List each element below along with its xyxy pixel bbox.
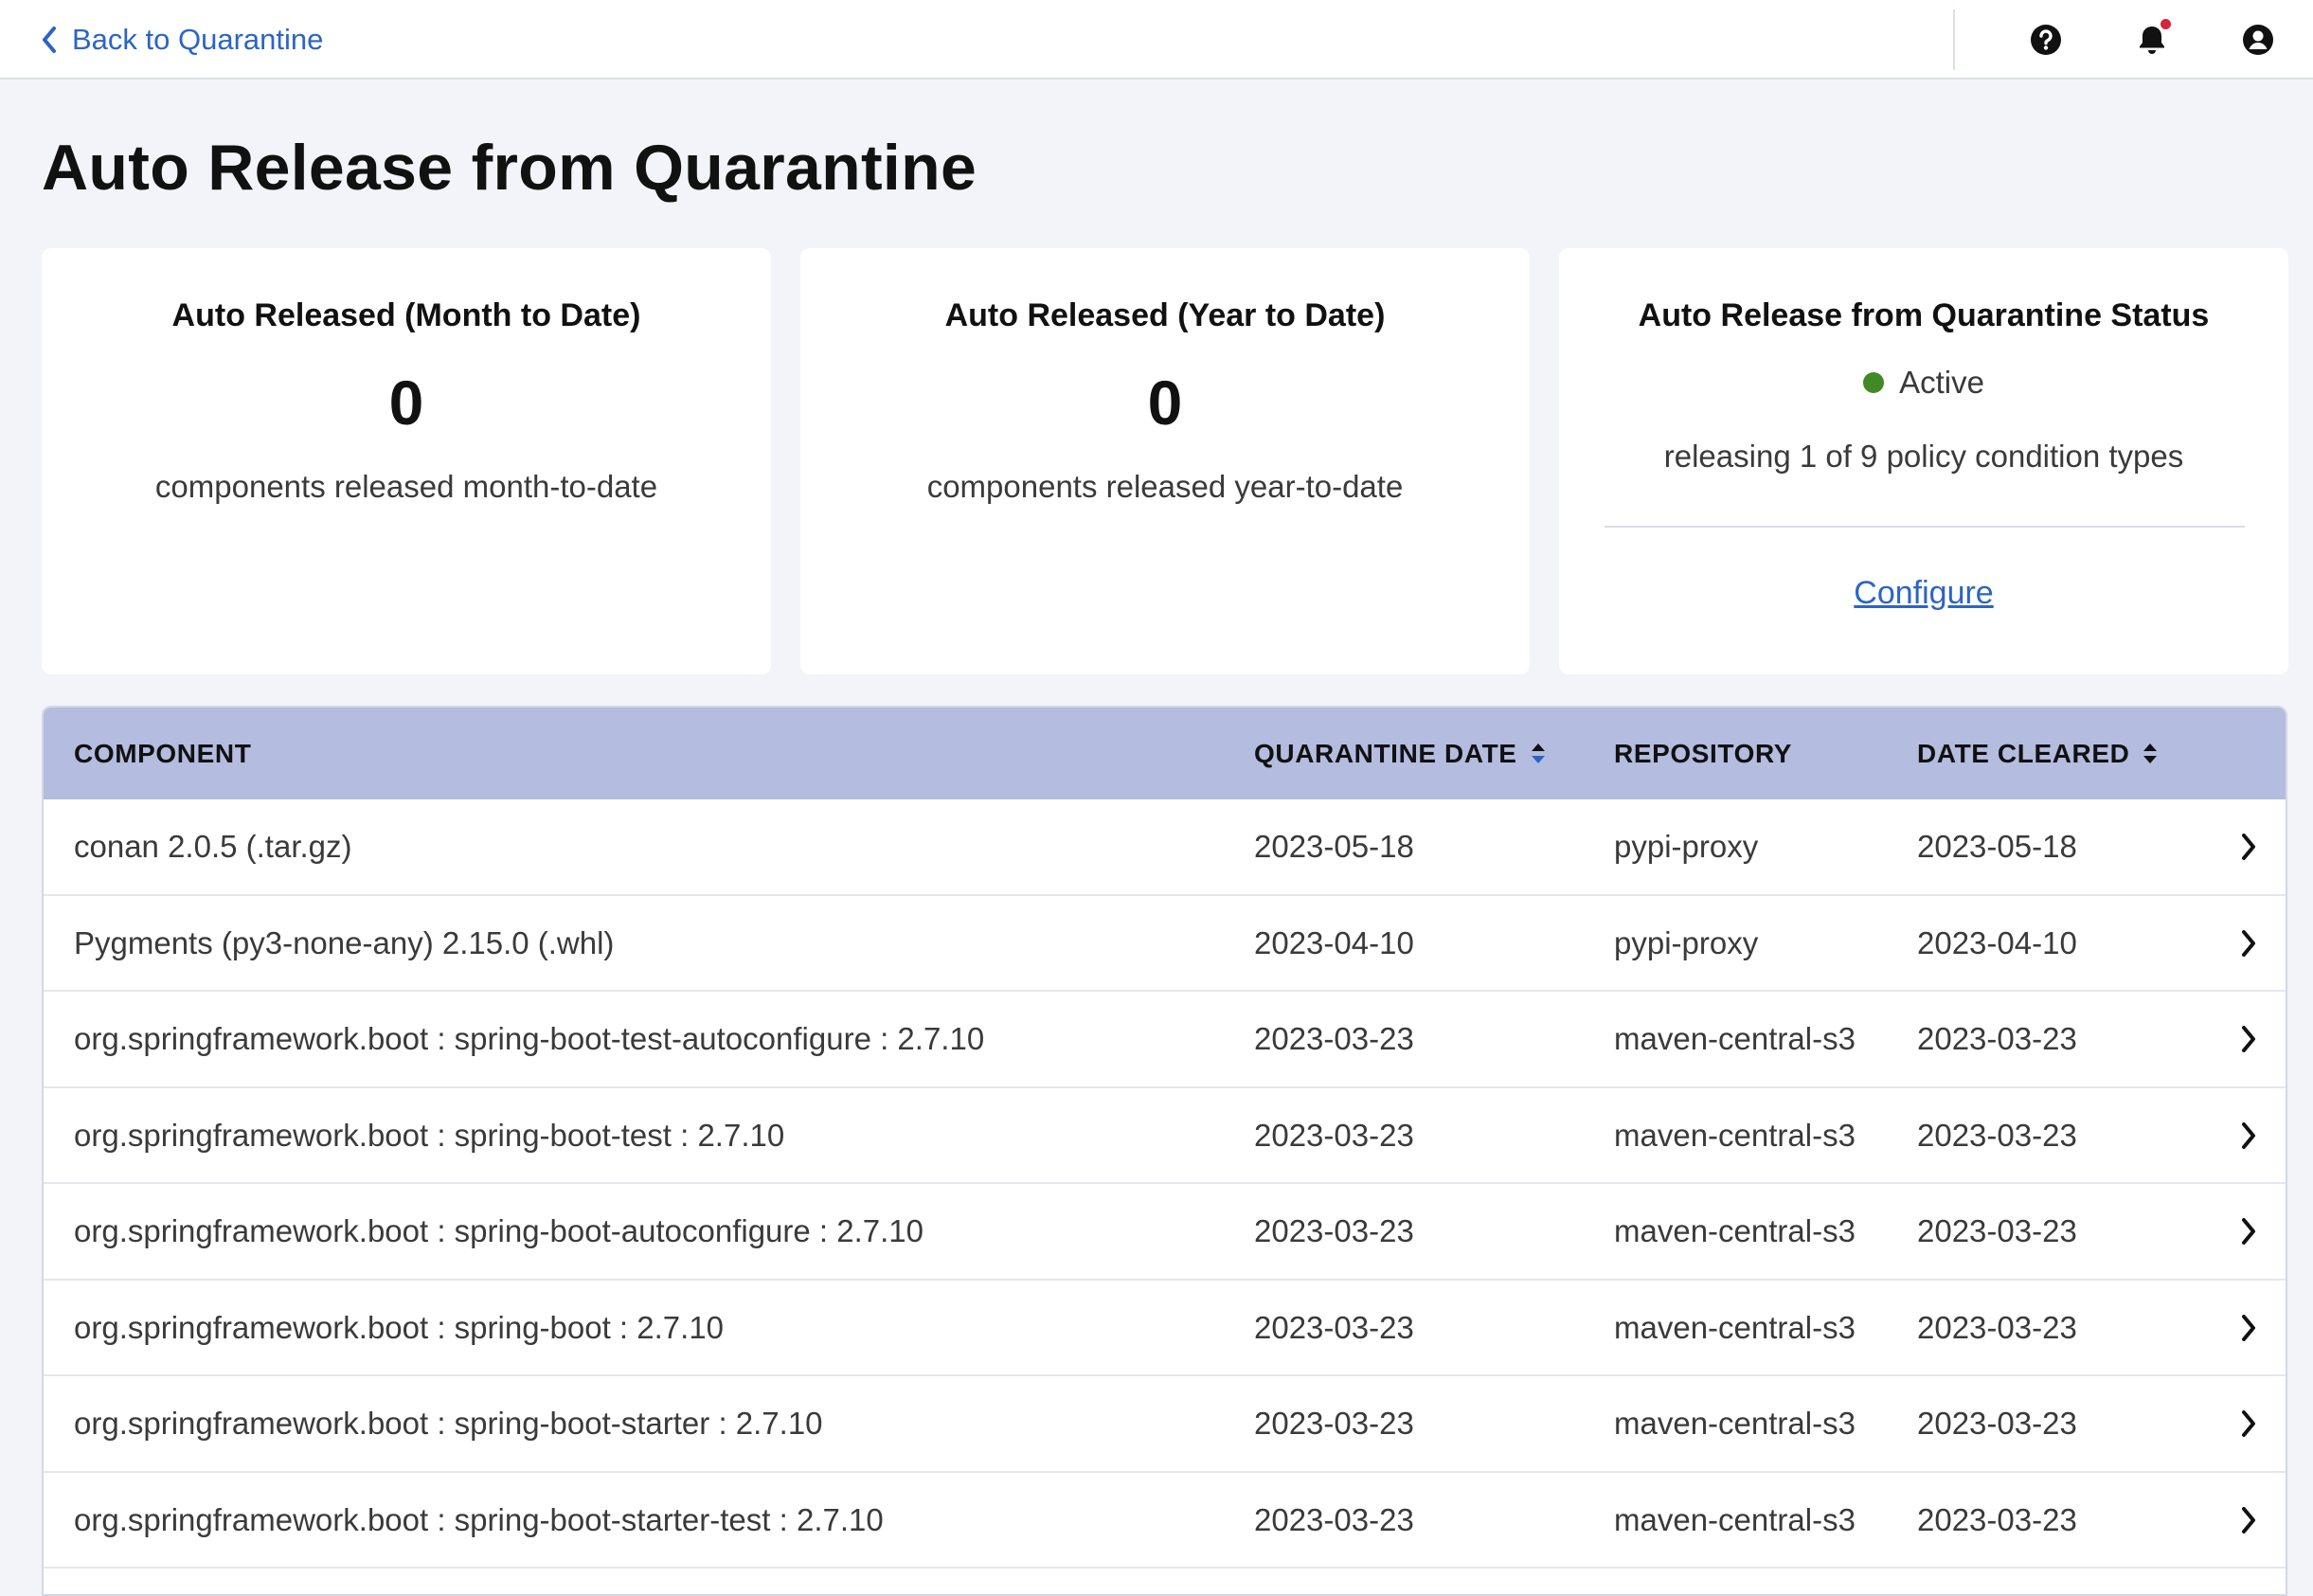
topbar-divider [1953, 9, 1955, 70]
cell-repository: pypi-proxy [1614, 829, 1759, 864]
status-dot-icon [1863, 372, 1885, 393]
column-header-date-cleared[interactable]: DATE CLEARED [1917, 708, 2160, 799]
cell-component: org.springframework.boot : spring-boot-s… [74, 1406, 823, 1441]
column-header-repository: REPOSITORY [1614, 708, 1792, 799]
cell-quarantine-date: 2023-04-10 [1254, 924, 1414, 960]
cell-date-cleared: 2023-05-18 [1917, 829, 2077, 864]
cell-component: Pygments (py3-none-any) 2.15.0 (.whl) [74, 924, 615, 960]
chevron-right-icon[interactable] [2239, 1216, 2258, 1246]
chevron-right-icon[interactable] [2239, 1505, 2258, 1535]
cell-repository: maven-central-s3 [1614, 1501, 1856, 1537]
released-components-table: COMPONENT QUARANTINE DATE REPOSITORY DAT… [42, 706, 2287, 1596]
table-body: conan 2.0.5 (.tar.gz) 2023-05-18 pypi-pr… [44, 799, 2286, 1569]
configure-link[interactable]: Configure [1854, 575, 1993, 612]
table-row[interactable]: org.springframework.boot : spring-boot-s… [44, 1473, 2286, 1569]
cell-date-cleared: 2023-03-23 [1917, 1406, 2077, 1441]
card-divider [1605, 526, 2245, 528]
table-row[interactable]: org.springframework.boot : spring-boot-s… [44, 1376, 2286, 1473]
table-row[interactable]: Pygments (py3-none-any) 2.15.0 (.whl) 20… [44, 896, 2286, 992]
help-button[interactable] [2027, 21, 2065, 59]
cell-quarantine-date: 2023-03-23 [1254, 1406, 1414, 1441]
cell-repository: maven-central-s3 [1614, 1117, 1856, 1153]
user-menu-button[interactable] [2239, 21, 2277, 59]
cell-component: org.springframework.boot : spring-boot-t… [74, 1021, 985, 1056]
cell-date-cleared: 2023-04-10 [1917, 924, 2077, 960]
cell-repository: maven-central-s3 [1614, 1309, 1856, 1345]
chevron-right-icon[interactable] [2239, 832, 2258, 862]
cell-quarantine-date: 2023-03-23 [1254, 1213, 1414, 1248]
chevron-left-icon [43, 27, 56, 53]
cell-repository: maven-central-s3 [1614, 1406, 1856, 1441]
table-row[interactable]: conan 2.0.5 (.tar.gz) 2023-05-18 pypi-pr… [44, 799, 2286, 896]
sort-descending-icon[interactable] [1529, 740, 1548, 768]
cell-quarantine-date: 2023-03-23 [1254, 1309, 1414, 1345]
card-title: Auto Release from Quarantine Status [1638, 297, 2210, 333]
chevron-right-icon[interactable] [2239, 1024, 2258, 1054]
page-title: Auto Release from Quarantine [42, 132, 977, 204]
year-to-date-card: Auto Released (Year to Date) 0 component… [800, 248, 1530, 674]
cell-component: org.springframework.boot : spring-boot :… [74, 1309, 725, 1345]
chevron-right-icon[interactable] [2239, 928, 2258, 959]
cell-date-cleared: 2023-03-23 [1917, 1213, 2077, 1248]
column-header-quarantine-date[interactable]: QUARANTINE DATE [1254, 708, 1548, 799]
cell-component: org.springframework.boot : spring-boot-a… [74, 1213, 923, 1248]
cell-date-cleared: 2023-03-23 [1917, 1501, 2077, 1537]
notification-badge [2159, 17, 2173, 31]
column-label: QUARANTINE DATE [1254, 738, 1517, 768]
card-title: Auto Released (Year to Date) [944, 297, 1386, 333]
cell-quarantine-date: 2023-03-23 [1254, 1117, 1414, 1153]
table-row[interactable]: org.springframework.boot : spring-boot-t… [44, 1088, 2286, 1184]
status-indicator: Active [1559, 365, 2288, 401]
column-label: COMPONENT [74, 738, 252, 768]
table-row[interactable]: org.springframework.boot : spring-boot-t… [44, 992, 2286, 1088]
cell-component: org.springframework.boot : spring-boot-t… [74, 1117, 785, 1153]
notifications-button[interactable] [2133, 17, 2173, 59]
cell-date-cleared: 2023-03-23 [1917, 1117, 2077, 1153]
sort-icon[interactable] [2141, 740, 2160, 768]
back-to-quarantine-link[interactable]: Back to Quarantine [40, 21, 323, 59]
card-value: 0 [388, 368, 424, 438]
status-label: Active [1899, 365, 1984, 400]
table-header: COMPONENT QUARANTINE DATE REPOSITORY DAT… [44, 708, 2286, 799]
cell-quarantine-date: 2023-05-18 [1254, 829, 1414, 864]
cell-component: conan 2.0.5 (.tar.gz) [74, 829, 352, 864]
status-description: releasing 1 of 9 policy condition types [1663, 439, 2184, 474]
column-label: REPOSITORY [1614, 738, 1793, 768]
month-to-date-card: Auto Released (Month to Date) 0 componen… [42, 248, 771, 674]
chevron-right-icon[interactable] [2239, 1313, 2258, 1343]
cell-repository: pypi-proxy [1614, 924, 1759, 960]
cell-repository: maven-central-s3 [1614, 1213, 1856, 1248]
card-description: components released year-to-date [926, 469, 1404, 504]
chevron-right-icon[interactable] [2239, 1121, 2258, 1151]
cell-date-cleared: 2023-03-23 [1917, 1309, 2077, 1345]
cell-component: org.springframework.boot : spring-boot-s… [74, 1501, 884, 1537]
user-icon [2243, 25, 2273, 55]
status-card: Auto Release from Quarantine Status Acti… [1559, 248, 2288, 674]
table-row[interactable]: org.springframework.boot : spring-boot-a… [44, 1184, 2286, 1281]
cell-repository: maven-central-s3 [1614, 1021, 1856, 1056]
chevron-right-icon[interactable] [2239, 1408, 2258, 1439]
cell-quarantine-date: 2023-03-23 [1254, 1501, 1414, 1537]
cell-date-cleared: 2023-03-23 [1917, 1021, 2077, 1056]
back-link-label: Back to Quarantine [72, 23, 324, 56]
help-icon [2031, 25, 2061, 55]
column-header-component: COMPONENT [74, 708, 251, 799]
table-row[interactable]: org.springframework.boot : spring-boot :… [44, 1281, 2286, 1376]
top-bar: Back to Quarantine [0, 0, 2313, 80]
card-value: 0 [1147, 368, 1183, 438]
card-title: Auto Released (Month to Date) [171, 297, 641, 333]
column-label: DATE CLEARED [1917, 738, 2130, 768]
cell-quarantine-date: 2023-03-23 [1254, 1021, 1414, 1056]
card-description: components released month-to-date [154, 469, 658, 504]
